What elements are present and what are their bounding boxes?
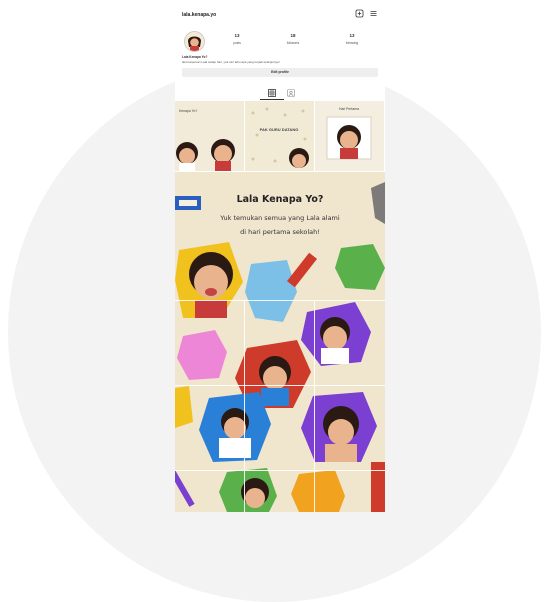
username[interactable]: lala.kenapa.yo: [182, 12, 216, 18]
posts-count: 13: [234, 33, 240, 38]
posts-label: posts: [233, 41, 241, 45]
following-count: 13: [349, 33, 355, 38]
feature-title: Lala Kenapa Yo?: [236, 194, 324, 205]
post-thumbnail-2[interactable]: PAK GURU DATANG: [245, 101, 314, 171]
edit-profile-button[interactable]: Edit profile: [182, 68, 378, 77]
profile-summary: 13 posts 18 followers 13 following: [175, 29, 385, 53]
following-stat[interactable]: 13 following: [334, 33, 370, 45]
post-thumbnail-1[interactable]: Kenapa Yo?: [175, 101, 244, 171]
feature-grid-image[interactable]: Lala Kenapa Yo? Yuk temukan semua yang L…: [175, 172, 385, 512]
feature-subtitle-line1: Yuk temukan semua yang Lala alami: [220, 214, 340, 222]
followers-label: followers: [286, 41, 300, 45]
followers-stat[interactable]: 18 followers: [275, 33, 311, 45]
grid-divider-h2: [175, 385, 385, 386]
active-tab-indicator: [260, 99, 284, 100]
grid-divider-v2: [314, 300, 315, 512]
bio-name: Lala Kenapa Yo?: [182, 55, 208, 59]
posts-row: Kenapa Yo? PAK GURU DATANG Hari Pertama: [175, 101, 385, 171]
feature-subtitle-line2: di hari pertama sekolah!: [240, 228, 320, 236]
profile-header: lala.kenapa.yo: [175, 0, 385, 28]
menu-icon[interactable]: [369, 9, 378, 18]
add-post-icon[interactable]: [355, 9, 364, 18]
following-label: following: [345, 41, 359, 45]
feature-illustration: [175, 182, 385, 512]
post2-label: PAK GURU DATANG: [259, 127, 299, 132]
grid-icon[interactable]: [268, 89, 276, 97]
grid-divider-v1: [244, 300, 245, 512]
tagged-icon[interactable]: [287, 89, 295, 97]
avatar[interactable]: [184, 31, 205, 52]
post-thumbnail-3[interactable]: Hari Pertama: [315, 101, 384, 171]
grid-divider-h3: [175, 470, 385, 471]
followers-count: 18: [290, 33, 296, 38]
bio-text: Ikuti keseruan Lala setiap hari, yuk car…: [182, 60, 280, 64]
instagram-profile-screen: lala.kenapa.yo 13 posts 18 followers 13: [175, 0, 385, 512]
posts-stat[interactable]: 13 posts: [219, 33, 255, 45]
profile-tabs: [175, 86, 385, 100]
grid-divider-h1: [175, 300, 385, 301]
